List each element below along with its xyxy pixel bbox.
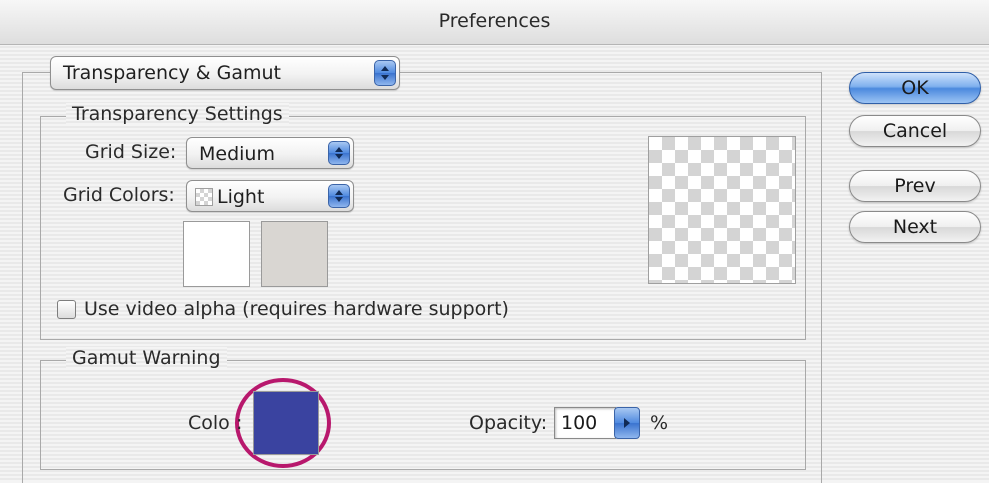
select-arrows-icon [374,60,396,86]
panel-select[interactable]: Transparency & Gamut [50,56,400,90]
cancel-button[interactable]: Cancel [849,115,981,147]
opacity-label: Opacity: [469,412,548,434]
prev-button[interactable]: Prev [849,170,981,202]
grid-colors-label: Grid Colors: [63,184,175,206]
opacity-unit: % [650,412,669,434]
opacity-input[interactable]: 100 [554,407,616,439]
window-title: Preferences [438,10,551,32]
grid-size-label: Grid Size: [85,141,177,163]
grid-dark-swatch[interactable] [261,221,328,287]
grid-pattern-icon [195,188,213,206]
panel-select-value: Transparency & Gamut [63,62,281,84]
opacity-slider-button[interactable] [614,407,640,439]
grid-light-swatch[interactable] [183,221,250,287]
transparency-settings-legend: Transparency Settings [66,103,289,125]
grid-size-select[interactable]: Medium [186,137,354,169]
select-arrows-icon [328,141,350,165]
triangle-right-icon [624,418,630,428]
transparency-preview [648,136,796,284]
select-arrows-icon [328,184,350,208]
grid-colors-value: Light [217,186,265,208]
video-alpha-checkbox[interactable] [57,300,76,319]
gamut-color-label-colon: : [236,412,243,434]
grid-colors-select[interactable]: Light [186,180,354,212]
gamut-warning-group [40,360,806,470]
ok-button[interactable]: OK [849,72,981,104]
next-button[interactable]: Next [849,211,981,243]
grid-size-value: Medium [199,143,275,165]
title-bar: Preferences [0,0,989,45]
gamut-color-swatch[interactable] [253,391,319,455]
gamut-color-label: Colo [188,412,230,434]
gamut-warning-legend: Gamut Warning [66,347,227,369]
video-alpha-label: Use video alpha (requires hardware suppo… [84,298,509,320]
